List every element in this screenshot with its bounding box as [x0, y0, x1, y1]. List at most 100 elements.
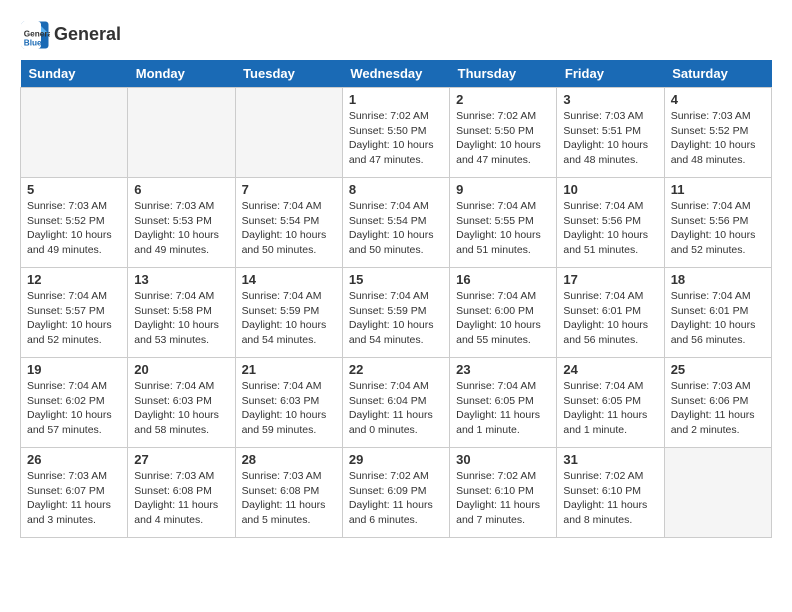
day-info: Sunrise: 7:04 AMSunset: 5:58 PMDaylight:… [134, 289, 228, 348]
day-number: 25 [671, 362, 765, 377]
day-cell: 3 Sunrise: 7:03 AMSunset: 5:51 PMDaylight… [557, 88, 664, 178]
header-cell-saturday: Saturday [664, 60, 771, 88]
day-cell: 16Sunrise: 7:04 AMSunset: 6:00 PMDayligh… [450, 268, 557, 358]
week-row-3: 12 Sunrise: 7:04 AMSunset: 5:57 PMDayligh… [21, 268, 772, 358]
day-info: Sunrise: 7:02 AMSunset: 6:10 PMDaylight:… [563, 469, 657, 528]
day-number: 26 [27, 452, 121, 467]
day-info: Sunrise: 7:03 AMSunset: 6:06 PMDaylight:… [671, 379, 765, 438]
day-number: 10 [563, 182, 657, 197]
day-cell: 4 Sunrise: 7:03 AMSunset: 5:52 PMDaylight… [664, 88, 771, 178]
day-info: Sunrise: 7:04 AMSunset: 5:54 PMDaylight:… [349, 199, 443, 258]
day-info: Sunrise: 7:04 AMSunset: 6:01 PMDaylight:… [563, 289, 657, 348]
header-cell-thursday: Thursday [450, 60, 557, 88]
day-info: Sunrise: 7:04 AMSunset: 6:05 PMDaylight:… [563, 379, 657, 438]
day-cell: 13 Sunrise: 7:04 AMSunset: 5:58 PMDayligh… [128, 268, 235, 358]
day-number: 9 [456, 182, 550, 197]
day-info: Sunrise: 7:04 AMSunset: 5:57 PMDaylight:… [27, 289, 121, 348]
header-cell-tuesday: Tuesday [235, 60, 342, 88]
day-number: 12 [27, 272, 121, 287]
logo-text: General [54, 25, 121, 45]
day-info: Sunrise: 7:04 AMSunset: 5:59 PMDaylight:… [242, 289, 336, 348]
day-number: 15 [349, 272, 443, 287]
day-number: 21 [242, 362, 336, 377]
header-cell-friday: Friday [557, 60, 664, 88]
day-number: 1 [349, 92, 443, 107]
day-number: 24 [563, 362, 657, 377]
day-cell: 14 Sunrise: 7:04 AMSunset: 5:59 PMDayligh… [235, 268, 342, 358]
day-number: 31 [563, 452, 657, 467]
svg-text:General: General [24, 30, 50, 39]
header-cell-wednesday: Wednesday [342, 60, 449, 88]
page-header: General Blue General [20, 20, 772, 50]
day-info: Sunrise: 7:02 AMSunset: 6:10 PMDaylight:… [456, 469, 550, 528]
day-cell: 12 Sunrise: 7:04 AMSunset: 5:57 PMDayligh… [21, 268, 128, 358]
logo-icon: General Blue [20, 20, 50, 50]
day-cell: 26 Sunrise: 7:03 AMSunset: 6:07 PMDayligh… [21, 448, 128, 538]
week-row-4: 19Sunrise: 7:04 AMSunset: 6:02 PMDayligh… [21, 358, 772, 448]
day-cell: 6Sunrise: 7:03 AMSunset: 5:53 PMDaylight… [128, 178, 235, 268]
day-number: 6 [134, 182, 228, 197]
day-info: Sunrise: 7:03 AMSunset: 5:52 PMDaylight:… [671, 109, 765, 168]
day-cell: 28Sunrise: 7:03 AMSunset: 6:08 PMDayligh… [235, 448, 342, 538]
day-cell: 1 Sunrise: 7:02 AMSunset: 5:50 PMDaylight… [342, 88, 449, 178]
day-number: 3 [563, 92, 657, 107]
day-cell: 24 Sunrise: 7:04 AMSunset: 6:05 PMDayligh… [557, 358, 664, 448]
day-cell: 11 Sunrise: 7:04 AMSunset: 5:56 PMDayligh… [664, 178, 771, 268]
day-cell: 29Sunrise: 7:02 AMSunset: 6:09 PMDayligh… [342, 448, 449, 538]
day-info: Sunrise: 7:03 AMSunset: 6:07 PMDaylight:… [27, 469, 121, 528]
day-cell [21, 88, 128, 178]
day-number: 7 [242, 182, 336, 197]
day-info: Sunrise: 7:04 AMSunset: 5:55 PMDaylight:… [456, 199, 550, 258]
day-info: Sunrise: 7:04 AMSunset: 5:56 PMDaylight:… [563, 199, 657, 258]
day-cell: 5 Sunrise: 7:03 AMSunset: 5:52 PMDaylight… [21, 178, 128, 268]
day-number: 13 [134, 272, 228, 287]
day-info: Sunrise: 7:04 AMSunset: 5:56 PMDaylight:… [671, 199, 765, 258]
week-row-2: 5 Sunrise: 7:03 AMSunset: 5:52 PMDaylight… [21, 178, 772, 268]
day-info: Sunrise: 7:04 AMSunset: 5:54 PMDaylight:… [242, 199, 336, 258]
day-info: Sunrise: 7:04 AMSunset: 6:04 PMDaylight:… [349, 379, 443, 438]
header-cell-sunday: Sunday [21, 60, 128, 88]
day-cell: 7 Sunrise: 7:04 AMSunset: 5:54 PMDaylight… [235, 178, 342, 268]
day-number: 11 [671, 182, 765, 197]
day-cell: 9 Sunrise: 7:04 AMSunset: 5:55 PMDaylight… [450, 178, 557, 268]
day-cell: 20 Sunrise: 7:04 AMSunset: 6:03 PMDayligh… [128, 358, 235, 448]
day-number: 5 [27, 182, 121, 197]
day-number: 17 [563, 272, 657, 287]
calendar-table: SundayMondayTuesdayWednesdayThursdayFrid… [20, 60, 772, 538]
logo: General Blue General [20, 20, 121, 50]
day-cell: 2 Sunrise: 7:02 AMSunset: 5:50 PMDaylight… [450, 88, 557, 178]
header-row: SundayMondayTuesdayWednesdayThursdayFrid… [21, 60, 772, 88]
day-info: Sunrise: 7:02 AMSunset: 5:50 PMDaylight:… [349, 109, 443, 168]
day-cell: 8 Sunrise: 7:04 AMSunset: 5:54 PMDaylight… [342, 178, 449, 268]
day-number: 23 [456, 362, 550, 377]
day-info: Sunrise: 7:03 AMSunset: 5:51 PMDaylight:… [563, 109, 657, 168]
day-info: Sunrise: 7:02 AMSunset: 6:09 PMDaylight:… [349, 469, 443, 528]
day-cell: 15 Sunrise: 7:04 AMSunset: 5:59 PMDayligh… [342, 268, 449, 358]
day-info: Sunrise: 7:03 AMSunset: 6:08 PMDaylight:… [242, 469, 336, 528]
day-number: 14 [242, 272, 336, 287]
day-info: Sunrise: 7:04 AMSunset: 6:00 PMDaylight:… [456, 289, 550, 348]
day-number: 8 [349, 182, 443, 197]
day-number: 2 [456, 92, 550, 107]
day-number: 4 [671, 92, 765, 107]
day-cell [128, 88, 235, 178]
day-cell: 21Sunrise: 7:04 AMSunset: 6:03 PMDayligh… [235, 358, 342, 448]
day-cell: 17 Sunrise: 7:04 AMSunset: 6:01 PMDayligh… [557, 268, 664, 358]
day-cell: 31 Sunrise: 7:02 AMSunset: 6:10 PMDayligh… [557, 448, 664, 538]
day-cell: 27Sunrise: 7:03 AMSunset: 6:08 PMDayligh… [128, 448, 235, 538]
day-number: 27 [134, 452, 228, 467]
day-cell: 18 Sunrise: 7:04 AMSunset: 6:01 PMDayligh… [664, 268, 771, 358]
week-row-5: 26 Sunrise: 7:03 AMSunset: 6:07 PMDayligh… [21, 448, 772, 538]
day-cell: 30Sunrise: 7:02 AMSunset: 6:10 PMDayligh… [450, 448, 557, 538]
header-cell-monday: Monday [128, 60, 235, 88]
day-cell [664, 448, 771, 538]
day-cell: 19Sunrise: 7:04 AMSunset: 6:02 PMDayligh… [21, 358, 128, 448]
day-info: Sunrise: 7:04 AMSunset: 6:03 PMDaylight:… [134, 379, 228, 438]
day-info: Sunrise: 7:02 AMSunset: 5:50 PMDaylight:… [456, 109, 550, 168]
day-info: Sunrise: 7:04 AMSunset: 5:59 PMDaylight:… [349, 289, 443, 348]
day-info: Sunrise: 7:04 AMSunset: 6:01 PMDaylight:… [671, 289, 765, 348]
day-number: 18 [671, 272, 765, 287]
day-number: 22 [349, 362, 443, 377]
day-info: Sunrise: 7:03 AMSunset: 5:52 PMDaylight:… [27, 199, 121, 258]
day-number: 20 [134, 362, 228, 377]
